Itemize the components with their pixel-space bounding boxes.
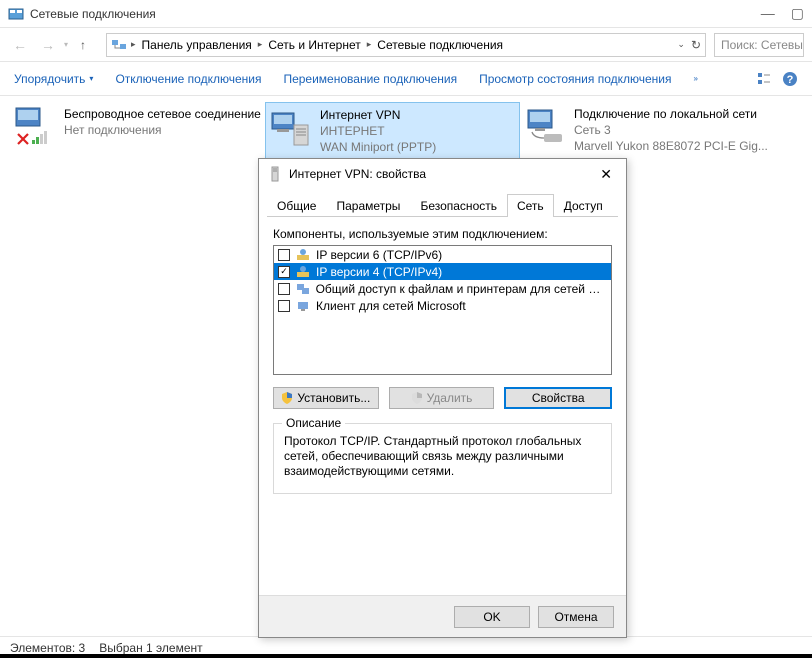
ok-button[interactable]: OK bbox=[454, 606, 530, 628]
connection-name: Интернет VPN bbox=[320, 107, 436, 123]
cmd-rename-connection[interactable]: Переименование подключения bbox=[283, 72, 457, 86]
dialog-footer: OK Отмена bbox=[259, 595, 626, 637]
command-bar: Упорядочить▾ Отключение подключения Пере… bbox=[0, 62, 812, 96]
connection-device: WAN Miniport (PPTP) bbox=[320, 139, 436, 155]
connection-device: Marvell Yukon 88E8072 PCI-E Gig... bbox=[574, 138, 768, 154]
tab-networking[interactable]: Сеть bbox=[507, 194, 554, 217]
connection-subnet: ИНТЕРНЕТ bbox=[320, 123, 436, 139]
crumb-sep-icon: ▸ bbox=[365, 39, 374, 50]
component-checkbox[interactable] bbox=[278, 300, 290, 312]
cmd-organize[interactable]: Упорядочить▾ bbox=[14, 72, 93, 86]
cmd-disable-connection[interactable]: Отключение подключения bbox=[115, 72, 261, 86]
wireless-icon bbox=[14, 106, 56, 148]
crumb-sep-icon: ▸ bbox=[129, 39, 138, 50]
window-maximize-button[interactable]: ▢ bbox=[791, 5, 804, 22]
component-label: IP версии 4 (TCP/IPv4) bbox=[316, 265, 442, 279]
window-titlebar: Сетевые подключения — ▢ bbox=[0, 0, 812, 28]
connection-wireless[interactable]: Беспроводное сетевое соединение Нет подк… bbox=[10, 102, 265, 630]
components-label: Компоненты, используемые этим подключени… bbox=[273, 227, 612, 241]
help-icon[interactable]: ? bbox=[782, 71, 798, 87]
nav-history-dropdown[interactable]: ▾ bbox=[64, 40, 68, 49]
status-item-count: Элементов: 3 bbox=[10, 641, 85, 655]
protocol-icon bbox=[296, 265, 310, 279]
navigation-bar: ← → ▾ ↑ ▸ Панель управления ▸ Сеть и Инт… bbox=[0, 28, 812, 62]
dialog-icon bbox=[267, 166, 283, 182]
nav-forward-button[interactable]: → bbox=[36, 33, 60, 57]
connection-status: Нет подключения bbox=[64, 122, 261, 138]
svg-text:?: ? bbox=[787, 74, 794, 86]
cancel-button[interactable]: Отмена bbox=[538, 606, 614, 628]
search-placeholder: Поиск: Сетевые п bbox=[721, 38, 804, 52]
properties-button[interactable]: Свойства bbox=[504, 387, 612, 409]
shield-icon bbox=[411, 392, 423, 404]
connection-name: Подключение по локальной сети bbox=[574, 106, 768, 122]
component-label: Общий доступ к файлам и принтерам для се… bbox=[316, 282, 607, 296]
component-file-sharing[interactable]: Общий доступ к файлам и принтерам для се… bbox=[274, 280, 611, 297]
description-text: Протокол TCP/IP. Стандартный протокол гл… bbox=[284, 434, 601, 479]
component-client-msnetworks[interactable]: Клиент для сетей Microsoft bbox=[274, 297, 611, 314]
tab-sharing[interactable]: Доступ bbox=[554, 194, 613, 217]
window-title: Сетевые подключения bbox=[30, 7, 761, 21]
address-bar[interactable]: ▸ Панель управления ▸ Сеть и Интернет ▸ … bbox=[106, 33, 706, 57]
dialog-close-button[interactable]: ✕ bbox=[594, 166, 618, 183]
bottom-strip bbox=[0, 654, 812, 658]
crumb-network-internet[interactable]: Сеть и Интернет bbox=[264, 38, 364, 52]
crumb-sep-icon: ▸ bbox=[256, 39, 265, 50]
properties-dialog: Интернет VPN: свойства ✕ Общие Параметры… bbox=[258, 158, 627, 638]
component-ipv6[interactable]: IP версии 6 (TCP/IPv6) bbox=[274, 246, 611, 263]
service-icon bbox=[296, 282, 310, 296]
search-input[interactable]: Поиск: Сетевые п bbox=[714, 33, 804, 57]
tab-options[interactable]: Параметры bbox=[326, 194, 410, 217]
component-checkbox[interactable]: ✓ bbox=[278, 266, 290, 278]
lan-icon bbox=[524, 106, 566, 148]
dialog-titlebar[interactable]: Интернет VPN: свойства ✕ bbox=[259, 159, 626, 189]
component-label: Клиент для сетей Microsoft bbox=[316, 299, 466, 313]
crumb-control-panel[interactable]: Панель управления bbox=[138, 38, 256, 52]
install-button[interactable]: Установить... bbox=[273, 387, 379, 409]
connection-name: Беспроводное сетевое соединение bbox=[64, 106, 261, 122]
description-group: Описание Протокол TCP/IP. Стандартный пр… bbox=[273, 423, 612, 494]
connection-subnet: Сеть 3 bbox=[574, 122, 768, 138]
tab-security[interactable]: Безопасность bbox=[410, 194, 507, 217]
nav-up-button[interactable]: ↑ bbox=[72, 34, 94, 56]
description-title: Описание bbox=[282, 416, 345, 430]
dialog-title: Интернет VPN: свойства bbox=[289, 167, 594, 181]
nav-back-button[interactable]: ← bbox=[8, 33, 32, 57]
address-dropdown-icon[interactable]: ⌄ bbox=[677, 39, 685, 50]
component-ipv4[interactable]: ✓ IP версии 4 (TCP/IPv4) bbox=[274, 263, 611, 280]
window-minimize-button[interactable]: — bbox=[761, 5, 775, 22]
vpn-icon bbox=[270, 107, 312, 149]
view-options-icon[interactable] bbox=[756, 71, 772, 87]
client-icon bbox=[296, 299, 310, 313]
address-icon bbox=[111, 37, 127, 53]
crumb-network-connections[interactable]: Сетевые подключения bbox=[373, 38, 507, 52]
window-icon bbox=[8, 6, 24, 22]
tab-general[interactable]: Общие bbox=[267, 194, 326, 217]
component-label: IP версии 6 (TCP/IPv6) bbox=[316, 248, 442, 262]
component-checkbox[interactable] bbox=[278, 249, 290, 261]
components-listbox[interactable]: IP версии 6 (TCP/IPv6) ✓ IP версии 4 (TC… bbox=[273, 245, 612, 375]
component-checkbox[interactable] bbox=[278, 283, 290, 295]
cmd-view-status[interactable]: Просмотр состояния подключения» bbox=[479, 72, 698, 86]
shield-icon bbox=[281, 392, 293, 404]
protocol-icon bbox=[296, 248, 310, 262]
uninstall-button: Удалить bbox=[389, 387, 495, 409]
dialog-tabs: Общие Параметры Безопасность Сеть Доступ bbox=[267, 193, 618, 217]
status-selection: Выбран 1 элемент bbox=[99, 641, 202, 655]
refresh-icon[interactable]: ↻ bbox=[691, 38, 701, 52]
